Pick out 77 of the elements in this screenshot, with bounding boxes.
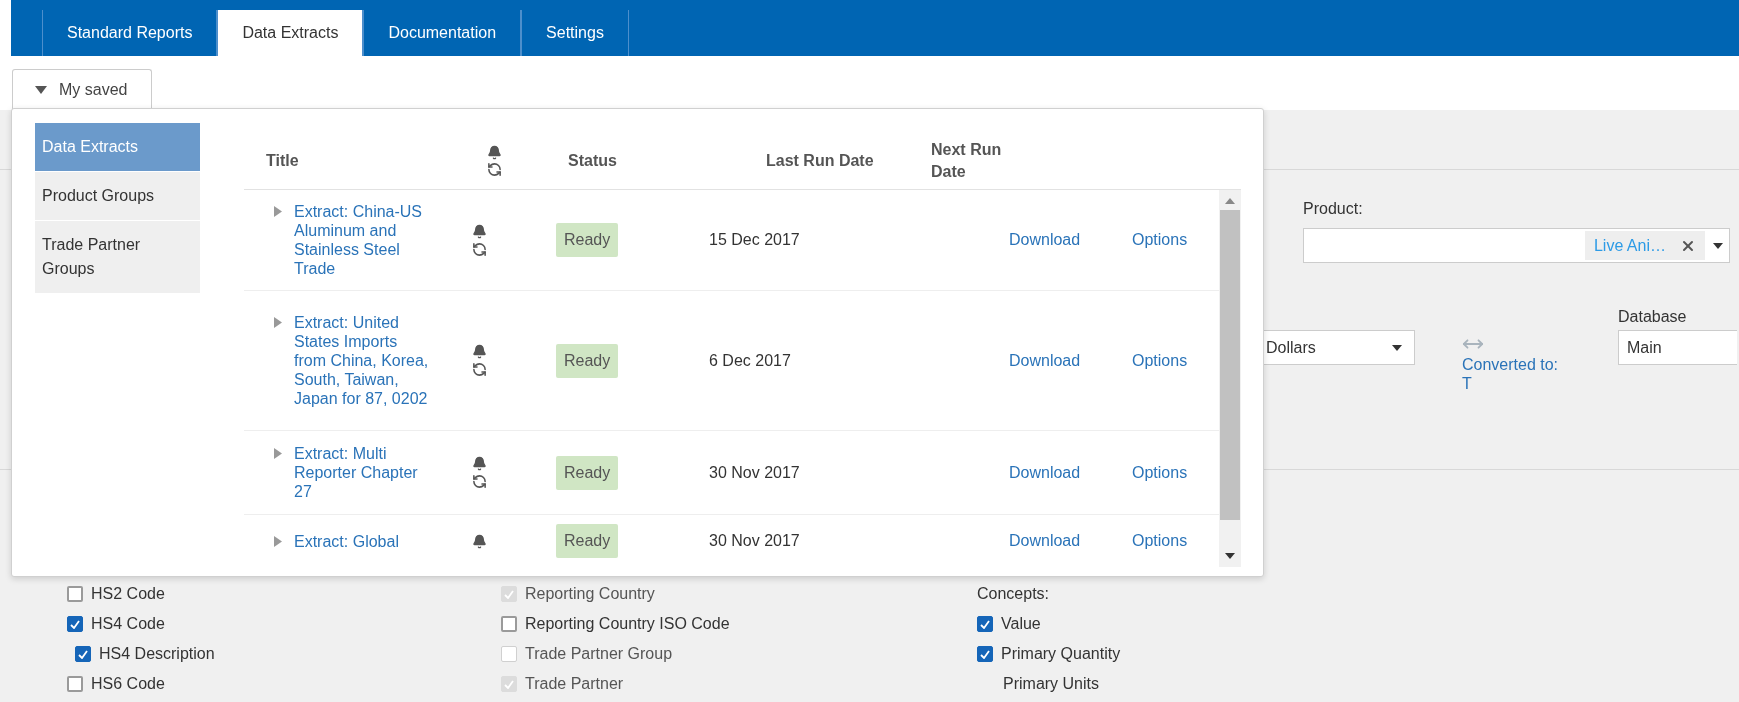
checkbox[interactable] — [67, 586, 83, 602]
options-link[interactable]: Options — [1132, 463, 1188, 481]
checkbox-label: Trade Partner — [525, 674, 624, 694]
refresh-icon — [486, 162, 502, 177]
unit-select[interactable]: Dollars — [1264, 330, 1415, 365]
product-label: Product: — [1303, 199, 1364, 217]
database-label: Database — [1618, 307, 1688, 327]
checkbox[interactable] — [501, 616, 517, 632]
checkbox[interactable] — [75, 646, 91, 662]
checkbox-label: Primary Quantity — [1001, 644, 1121, 664]
status-badge: Ready — [556, 455, 619, 490]
expand-arrow-icon[interactable] — [274, 535, 282, 547]
checkbox-label: HS4 Description — [99, 644, 215, 664]
download-link[interactable]: Download — [1009, 231, 1081, 248]
checkbox[interactable] — [67, 616, 83, 632]
last-run-date: 15 Dec 2017 — [708, 230, 801, 250]
checkbox-label: HS4 Code — [91, 614, 165, 634]
expand-arrow-icon[interactable] — [274, 206, 282, 217]
last-run-date: 30 Nov 2017 — [708, 462, 801, 483]
sidebar-item[interactable]: Trade Partner Groups — [35, 221, 200, 294]
checkbox-label: HS6 Code — [91, 674, 165, 694]
scroll-down-arrow-icon[interactable] — [1225, 553, 1235, 559]
scrollbar[interactable] — [1219, 190, 1241, 567]
checkbox-label: Value — [1001, 614, 1041, 634]
caret-icon — [1713, 242, 1723, 249]
bell-icon — [471, 456, 487, 471]
bell-icon — [471, 344, 487, 359]
last-run-date: 6 Dec 2017 — [708, 350, 792, 371]
column-header: Next Run Date — [930, 140, 1003, 182]
extract-title-link[interactable]: Extract: United States Imports from China, Korea, South, Taiwan, Japan for 87, 0202 — [294, 313, 432, 408]
refresh-icon — [471, 362, 487, 377]
bell-icon — [486, 145, 502, 160]
field-label: Primary Units — [1003, 674, 1099, 694]
expand-arrow-icon[interactable] — [274, 317, 282, 328]
status-badge: Ready — [556, 223, 619, 257]
checkbox-label: Reporting Country — [525, 584, 655, 604]
status-badge: Ready — [556, 343, 619, 378]
download-link[interactable]: Download — [1009, 351, 1081, 369]
checkbox[interactable] — [977, 616, 993, 632]
product-chip[interactable]: Live Ani… — [1584, 231, 1705, 260]
sidebar-item[interactable]: Data Extracts — [35, 123, 200, 172]
extract-title-link[interactable]: Extract: China-US Aluminum and Stainless Steel Trade — [294, 202, 432, 278]
bell-icon — [471, 223, 487, 239]
scroll-up-arrow-icon[interactable] — [1225, 198, 1235, 204]
column-header: Title — [265, 151, 300, 171]
nav-tab[interactable]: Standard Reports — [42, 10, 218, 56]
checkbox-label: Trade Partner Group — [525, 644, 673, 664]
options-link[interactable]: Options — [1132, 532, 1188, 549]
caret-down-icon — [35, 86, 47, 94]
refresh-icon — [471, 474, 487, 489]
expand-arrow-icon[interactable] — [274, 448, 282, 459]
download-link[interactable]: Download — [1009, 532, 1081, 549]
options-link[interactable]: Options — [1132, 351, 1188, 369]
download-link[interactable]: Download — [1009, 463, 1081, 481]
my-saved-toggle[interactable]: My saved — [12, 69, 152, 110]
nav-tab[interactable]: Settings — [521, 10, 629, 56]
database-select[interactable]: Main — [1618, 330, 1737, 365]
checkbox[interactable] — [67, 676, 83, 692]
concepts-heading: Concepts: — [977, 584, 1050, 604]
nav-tab[interactable]: Data Extracts — [217, 10, 364, 56]
refresh-icon — [471, 241, 487, 257]
status-badge: Ready — [556, 524, 619, 558]
sidebar-item[interactable]: Product Groups — [35, 172, 200, 221]
checkbox-label: HS2 Code — [91, 584, 165, 604]
column-header: Status — [567, 151, 618, 171]
converted-link[interactable]: Converted to: T — [1462, 355, 1562, 393]
nav-tab[interactable]: Documentation — [363, 10, 522, 56]
last-run-date: 30 Nov 2017 — [708, 531, 801, 551]
checkbox[interactable] — [977, 646, 993, 662]
checkbox-label: Reporting Country ISO Code — [525, 614, 730, 634]
options-link[interactable]: Options — [1132, 231, 1188, 248]
bell-icon — [471, 533, 487, 549]
caret-icon — [1392, 344, 1402, 351]
column-header: Last Run Date — [765, 151, 875, 171]
extract-title-link[interactable]: Extract: Multi Reporter Chapter 27 — [294, 444, 432, 501]
product-field[interactable]: Live Ani… — [1303, 228, 1730, 263]
extract-title-link[interactable]: Extract: Global — [294, 531, 432, 551]
